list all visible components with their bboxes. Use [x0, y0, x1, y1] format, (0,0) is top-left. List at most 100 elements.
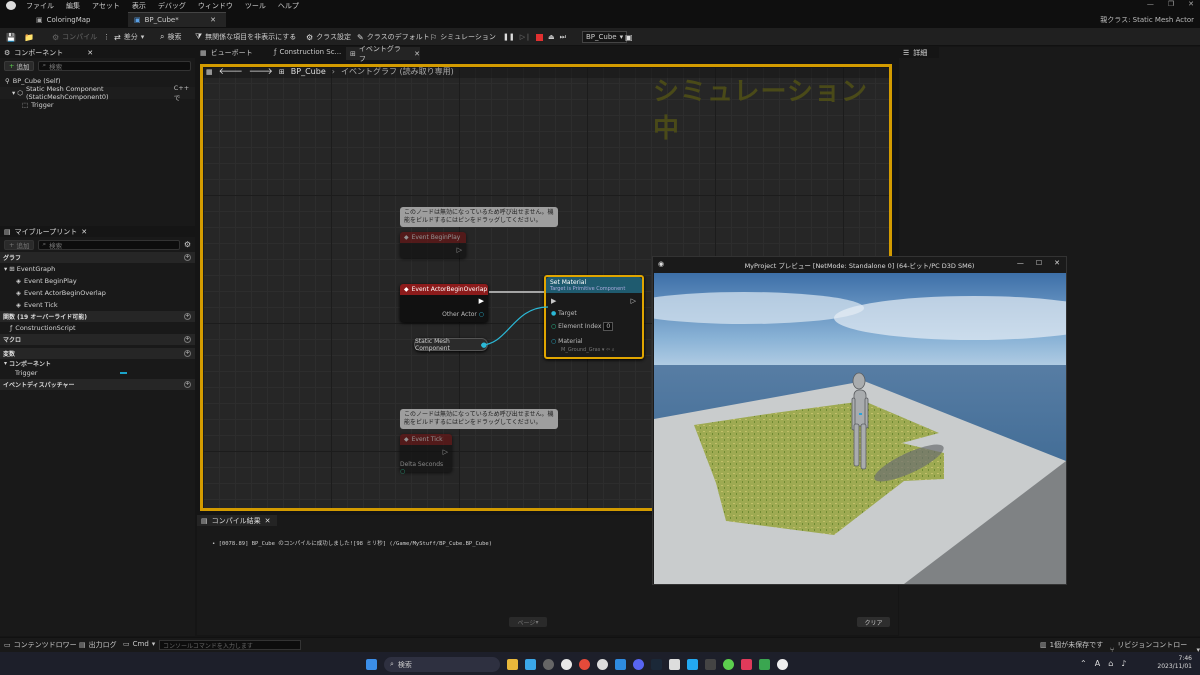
- event-item-overlap[interactable]: ◈ Event ActorBeginOverlap: [0, 287, 195, 299]
- app-icon[interactable]: [597, 659, 608, 670]
- exec-pin-icon[interactable]: ▷: [443, 448, 448, 456]
- app-icon[interactable]: [723, 659, 734, 670]
- menu-tools[interactable]: ツール: [245, 1, 266, 11]
- ime-icon[interactable]: A: [1095, 659, 1100, 668]
- stop-icon[interactable]: [535, 33, 543, 41]
- section-macros[interactable]: マクロ +: [0, 334, 195, 345]
- close-icon[interactable]: ✕: [1054, 259, 1060, 267]
- steam-icon[interactable]: [651, 659, 662, 670]
- my-blueprint-search[interactable]: ⌕ 検索: [38, 239, 180, 250]
- debug-browse-icon[interactable]: ▣: [625, 31, 633, 43]
- tab-coloring-map[interactable]: ▣ ColoringMap: [30, 12, 125, 27]
- compiler-close-icon[interactable]: ✕: [265, 517, 271, 525]
- network-icon[interactable]: ⌂: [1108, 659, 1113, 668]
- browse-icon[interactable]: 📁: [24, 31, 34, 43]
- components-search[interactable]: ⌕ 検索: [38, 60, 191, 71]
- cmd-select[interactable]: ▭ Cmd ▾: [123, 640, 155, 648]
- find-button[interactable]: ⌕ 検索: [160, 31, 181, 43]
- menu-window[interactable]: ウィンドウ: [198, 1, 233, 11]
- simulation-button[interactable]: ⚐ シミュレーション: [430, 31, 496, 43]
- app-icon[interactable]: [669, 659, 680, 670]
- section-variables[interactable]: 変数 +: [0, 348, 195, 359]
- components-close-icon[interactable]: ✕: [87, 49, 93, 57]
- windows-start-icon[interactable]: [366, 659, 377, 670]
- clock[interactable]: 7:46 2023/11/01: [1150, 655, 1192, 671]
- function-item-construction[interactable]: ƒ ConstructionScript: [0, 322, 195, 334]
- maximize-icon[interactable]: ❐: [1168, 0, 1174, 8]
- output-log-button[interactable]: ▤ 出力ログ: [79, 640, 117, 650]
- class-defaults-button[interactable]: ✎ クラスのデフォルト: [357, 31, 430, 43]
- event-item-tick[interactable]: ◈ Event Tick: [0, 299, 195, 311]
- chevron-up-icon[interactable]: ⌃: [1080, 659, 1087, 668]
- add-member-button[interactable]: + 追加: [4, 239, 35, 250]
- vscode-icon[interactable]: [687, 659, 698, 670]
- chrome-icon[interactable]: [579, 659, 590, 670]
- app-icon[interactable]: [561, 659, 572, 670]
- app-icon[interactable]: [543, 659, 554, 670]
- tab-event-graph[interactable]: ⊞ イベントグラフ ✕: [346, 45, 420, 63]
- tab-close-icon[interactable]: ✕: [210, 16, 216, 24]
- menu-edit[interactable]: 編集: [66, 1, 80, 11]
- variable-category-components[interactable]: ▾ コンポーネント: [0, 359, 195, 368]
- tree-item-static-mesh[interactable]: ▾ ⬡ Static Mesh Component (StaticMeshCompo…: [0, 84, 195, 102]
- debug-object-select[interactable]: BP_Cube ▾: [582, 31, 628, 43]
- volume-icon[interactable]: ♪: [1121, 659, 1126, 668]
- taskbar-search[interactable]: ⌕ 検索: [384, 657, 500, 672]
- pause-icon[interactable]: ❚❚: [503, 33, 515, 41]
- add-variable-icon[interactable]: +: [184, 350, 191, 357]
- unreal-engine-icon[interactable]: [777, 659, 788, 670]
- graph-item-eventgraph[interactable]: ▾ ⊞ EventGraph: [0, 263, 195, 275]
- app-icon[interactable]: [741, 659, 752, 670]
- add-component-button[interactable]: + 追加: [4, 60, 35, 71]
- file-explorer-icon[interactable]: [507, 659, 518, 670]
- menu-view[interactable]: 表示: [132, 1, 146, 11]
- eject-icon[interactable]: ⏏: [548, 33, 555, 41]
- menu-asset[interactable]: アセット: [92, 1, 120, 11]
- add-macro-icon[interactable]: +: [184, 336, 191, 343]
- menu-help[interactable]: ヘルプ: [278, 1, 299, 11]
- tab-close-icon[interactable]: ✕: [414, 50, 420, 58]
- page-select[interactable]: ページ ▾: [509, 617, 547, 627]
- game-viewport[interactable]: [654, 273, 1066, 584]
- variable-item-trigger[interactable]: Trigger: [0, 368, 195, 377]
- my-blueprint-close-icon[interactable]: ✕: [81, 228, 87, 236]
- app-icon[interactable]: [525, 659, 536, 670]
- add-function-icon[interactable]: +: [184, 313, 191, 320]
- close-icon[interactable]: ✕: [1188, 0, 1194, 8]
- maximize-icon[interactable]: ☐: [1036, 259, 1042, 267]
- class-settings-button[interactable]: ⚙ クラス設定: [306, 31, 351, 43]
- settings-gear-icon[interactable]: ⚙: [184, 240, 191, 249]
- save-icon[interactable]: 💾: [6, 31, 16, 43]
- diff-button[interactable]: ⇄ 差分 ▾: [114, 31, 144, 43]
- menu-debug[interactable]: デバッグ: [158, 1, 186, 11]
- node-event-tick[interactable]: ◆ Event Tick ▷ Delta Seconds ○: [400, 434, 452, 475]
- compile-button[interactable]: ⚙ コンパイル: [52, 31, 97, 43]
- hide-unrelated-button[interactable]: ⧩ 無関係な項目を非表示にする: [195, 31, 296, 43]
- tab-bp-cube[interactable]: ▣ BP_Cube* ✕: [128, 12, 226, 27]
- app-icon[interactable]: [615, 659, 626, 670]
- console-input[interactable]: コンソールコマンドを入力します: [159, 640, 301, 650]
- hide-options-icon[interactable]: ⋮: [289, 31, 296, 43]
- content-drawer-button[interactable]: ▭ コンテンツドロワー: [4, 640, 77, 650]
- discord-icon[interactable]: [633, 659, 644, 670]
- unreal-logo-icon[interactable]: [6, 1, 16, 10]
- minimize-icon[interactable]: —: [1017, 259, 1024, 267]
- add-graph-icon[interactable]: +: [184, 254, 191, 261]
- section-dispatchers[interactable]: イベントディスパッチャー +: [0, 379, 195, 390]
- app-icon[interactable]: [759, 659, 770, 670]
- app-icon[interactable]: [705, 659, 716, 670]
- section-graphs[interactable]: グラフ +: [0, 252, 195, 263]
- clear-button[interactable]: クリア: [857, 617, 890, 627]
- compile-options-icon[interactable]: ⋮: [103, 31, 110, 43]
- tab-viewport[interactable]: ▦ ビューポート: [200, 48, 253, 58]
- frame-skip-icon[interactable]: ⏭: [560, 33, 566, 42]
- section-functions[interactable]: 関数 (19 オーバーライド可能) +: [0, 311, 195, 322]
- add-dispatcher-icon[interactable]: +: [184, 381, 191, 388]
- event-item-beginplay[interactable]: ◈ Event BeginPlay: [0, 275, 195, 287]
- menu-file[interactable]: ファイル: [26, 1, 54, 11]
- step-icon[interactable]: ▷❘: [520, 33, 531, 41]
- minimize-icon[interactable]: —: [1147, 0, 1154, 8]
- delta-seconds-pin[interactable]: Delta Seconds ○: [400, 461, 448, 475]
- unsaved-button[interactable]: ▥ 1個が未保存です: [1040, 640, 1103, 650]
- tab-construction-script[interactable]: ƒ Construction Sc...: [274, 48, 341, 56]
